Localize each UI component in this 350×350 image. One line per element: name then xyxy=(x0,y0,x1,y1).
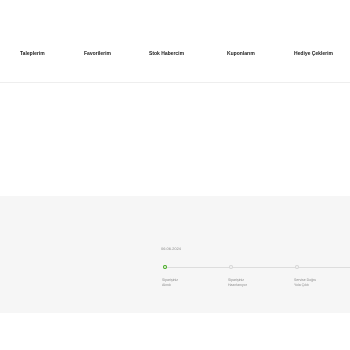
nav-item-stok-habercim[interactable]: Stok Habercim xyxy=(149,51,184,57)
nav-item-taleplerim[interactable]: Taleplerim xyxy=(20,51,45,57)
step-label-line2: Alındı xyxy=(162,282,171,287)
step-indicator-received xyxy=(163,265,167,269)
order-date: 06.06.2024 xyxy=(161,246,182,251)
step-indicator-shipped xyxy=(295,265,299,269)
nav-item-hediye-ceklerim[interactable]: Hediye Çeklerim xyxy=(294,51,333,57)
order-card xyxy=(0,196,350,313)
content-area xyxy=(0,83,350,195)
step-label-received: Siparişiniz Alındı xyxy=(162,278,196,287)
step-label-line2: Hazırlanıyor xyxy=(228,282,247,287)
step-label-shipped: Servise Doğru Yola Çıktı xyxy=(294,278,328,287)
bottom-area xyxy=(0,314,350,350)
step-indicator-preparing xyxy=(229,265,233,269)
order-progress-track xyxy=(165,267,350,268)
step-label-preparing: Siparişiniz Hazırlanıyor xyxy=(228,278,262,287)
nav-item-kuponlarim[interactable]: Kuponlarım xyxy=(227,51,255,57)
step-label-line2: Yola Çıktı xyxy=(294,282,309,287)
nav-item-favorilerim[interactable]: Favorilerim xyxy=(84,51,111,57)
account-nav: Taleplerim Favorilerim Stok Habercim Kup… xyxy=(0,0,350,83)
